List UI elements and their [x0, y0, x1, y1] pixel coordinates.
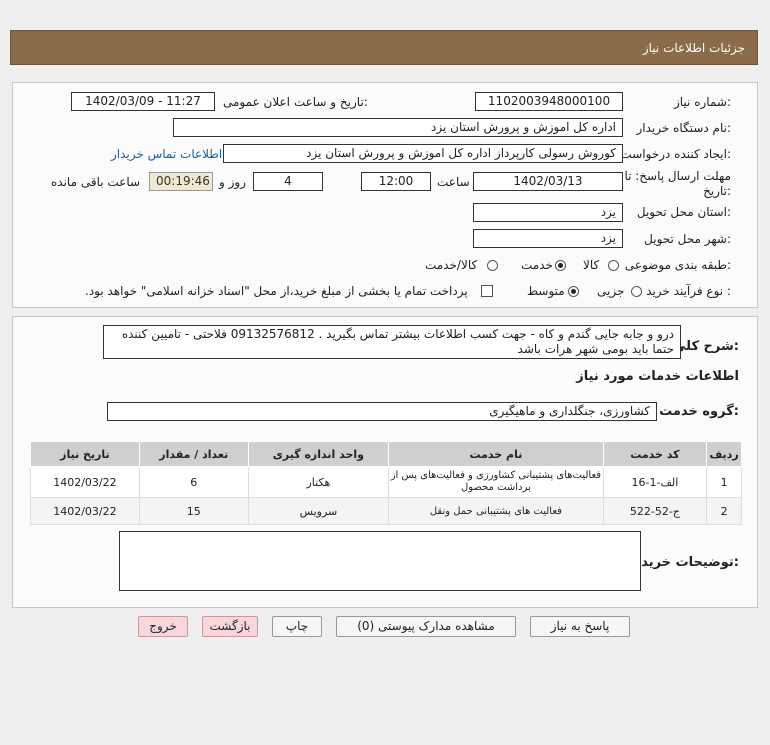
print-button[interactable]: چاپ: [272, 616, 322, 637]
delivery-city-field: یزد: [473, 229, 623, 248]
treasury-payment-checkbox[interactable]: [481, 285, 493, 297]
deadline-label-1: مهلت ارسال پاسخ: تا: [624, 169, 731, 183]
announce-label: تاریخ و ساعت اعلان عمومی:: [223, 95, 368, 109]
col-header-code: کد خدمت: [602, 441, 708, 467]
buyer-notes-field: [119, 531, 641, 591]
remaining-time-field: 00:19:46: [149, 172, 213, 191]
services-heading: اطلاعات خدمات مورد نیاز: [576, 369, 739, 384]
need-info-panel: شماره نیاز: 1102003948000100 تاریخ و ساع…: [12, 82, 758, 308]
process-option-medium-radio[interactable]: [568, 286, 579, 297]
need-number-field: 1102003948000100: [475, 92, 623, 111]
summary-text: درو و جابه جایی گندم و کاه - جهت کسب اطل…: [103, 325, 681, 359]
cell-row: 1: [706, 466, 742, 498]
announce-field: 1402/03/09 - 11:27: [71, 92, 215, 111]
days-field: 4: [253, 172, 323, 191]
cell-name: فعالیت‌های پشتیبانی کشاورزی و فعالیت‌های…: [388, 466, 604, 498]
process-option-minor-radio[interactable]: [631, 286, 642, 297]
category-option-goods-radio[interactable]: [608, 260, 619, 271]
col-header-date: تاریخ نیاز: [30, 441, 140, 467]
delivery-province-field: یزد: [473, 203, 623, 222]
col-header-qty: تعداد / مقدار: [138, 441, 249, 467]
cell-code: الف-1-16: [602, 466, 708, 498]
reply-button[interactable]: پاسخ به نیاز: [530, 616, 630, 637]
cell-row: 2: [706, 497, 742, 525]
col-header-name: نام خدمت: [388, 441, 604, 467]
remaining-time-label: ساعت باقی مانده: [51, 175, 141, 189]
category-option-both-label: کالا/خدمت: [425, 258, 478, 272]
category-option-service-radio[interactable]: [555, 260, 566, 271]
contact-buyer-link[interactable]: اطلاعات تماس خریدار: [111, 147, 222, 161]
cell-unit: سرویس: [247, 497, 390, 525]
exit-button[interactable]: خروج: [138, 616, 188, 637]
service-group-label: گروه خدمت:: [659, 404, 739, 419]
back-button[interactable]: بازگشت: [202, 616, 258, 637]
view-attachments-button[interactable]: مشاهده مدارک پیوستی (0): [336, 616, 516, 637]
buyer-notes-label: توضیحات خریدار:: [629, 555, 739, 570]
table-row: 1 الف-1-16 فعالیت‌های پشتیبانی کشاورزی و…: [30, 466, 742, 498]
cell-unit: هکتار: [247, 466, 390, 498]
delivery-province-label: استان محل تحویل:: [636, 205, 731, 219]
cell-qty: 6: [138, 466, 249, 498]
creator-field: کوروش رسولی کارپرداز اداره کل اموزش و پر…: [223, 144, 623, 163]
col-header-row: ردیف: [706, 441, 742, 467]
category-option-service-label: خدمت: [521, 258, 553, 272]
delivery-city-label: شهر محل تحویل:: [644, 232, 731, 246]
deadline-time-field: 12:00: [361, 172, 431, 191]
page-title: جزئیات اطلاعات نیاز: [642, 41, 745, 55]
table-row: 2 ج-52-522 فعالیت های پشتیبانی حمل ونقل …: [30, 497, 742, 525]
cell-date: 1402/03/22: [30, 466, 140, 498]
cell-name: فعالیت های پشتیبانی حمل ونقل: [388, 497, 604, 525]
deadline-time-label: ساعت: [437, 175, 470, 189]
deadline-label-2: تاریخ:: [703, 184, 731, 198]
category-option-goods-label: کالا: [583, 258, 600, 272]
category-label: طبقه بندی موضوعی:: [624, 258, 731, 272]
creator-label: ایجاد کننده درخواست:: [620, 147, 731, 161]
category-option-both-radio[interactable]: [487, 260, 498, 271]
cell-qty: 15: [138, 497, 249, 525]
cell-date: 1402/03/22: [30, 497, 140, 525]
need-number-label: شماره نیاز:: [673, 95, 731, 109]
process-option-medium-label: متوسط: [527, 284, 565, 298]
buyer-org-field: اداره کل اموزش و پرورش استان یزد: [173, 118, 623, 137]
need-details-panel: شرح کلی نیاز: درو و جابه جایی گندم و کاه…: [12, 316, 758, 608]
process-label: نوع فرآیند خرید :: [646, 284, 731, 298]
process-option-minor-label: جزیی: [597, 284, 625, 298]
deadline-date-field: 1402/03/13: [473, 172, 623, 191]
service-group-field: کشاورزی، جنگلداری و ماهیگیری: [107, 402, 657, 421]
treasury-payment-note: پرداخت تمام یا بخشی از مبلغ خرید،از محل …: [85, 284, 468, 298]
cell-code: ج-52-522: [602, 497, 708, 525]
services-table: ردیف کد خدمت نام خدمت واحد اندازه گیری ت…: [30, 441, 742, 525]
buyer-org-label: نام دستگاه خریدار:: [636, 121, 732, 135]
col-header-unit: واحد اندازه گیری: [247, 441, 390, 467]
days-label: روز و: [219, 175, 246, 189]
page-header: جزئیات اطلاعات نیاز: [10, 30, 758, 65]
